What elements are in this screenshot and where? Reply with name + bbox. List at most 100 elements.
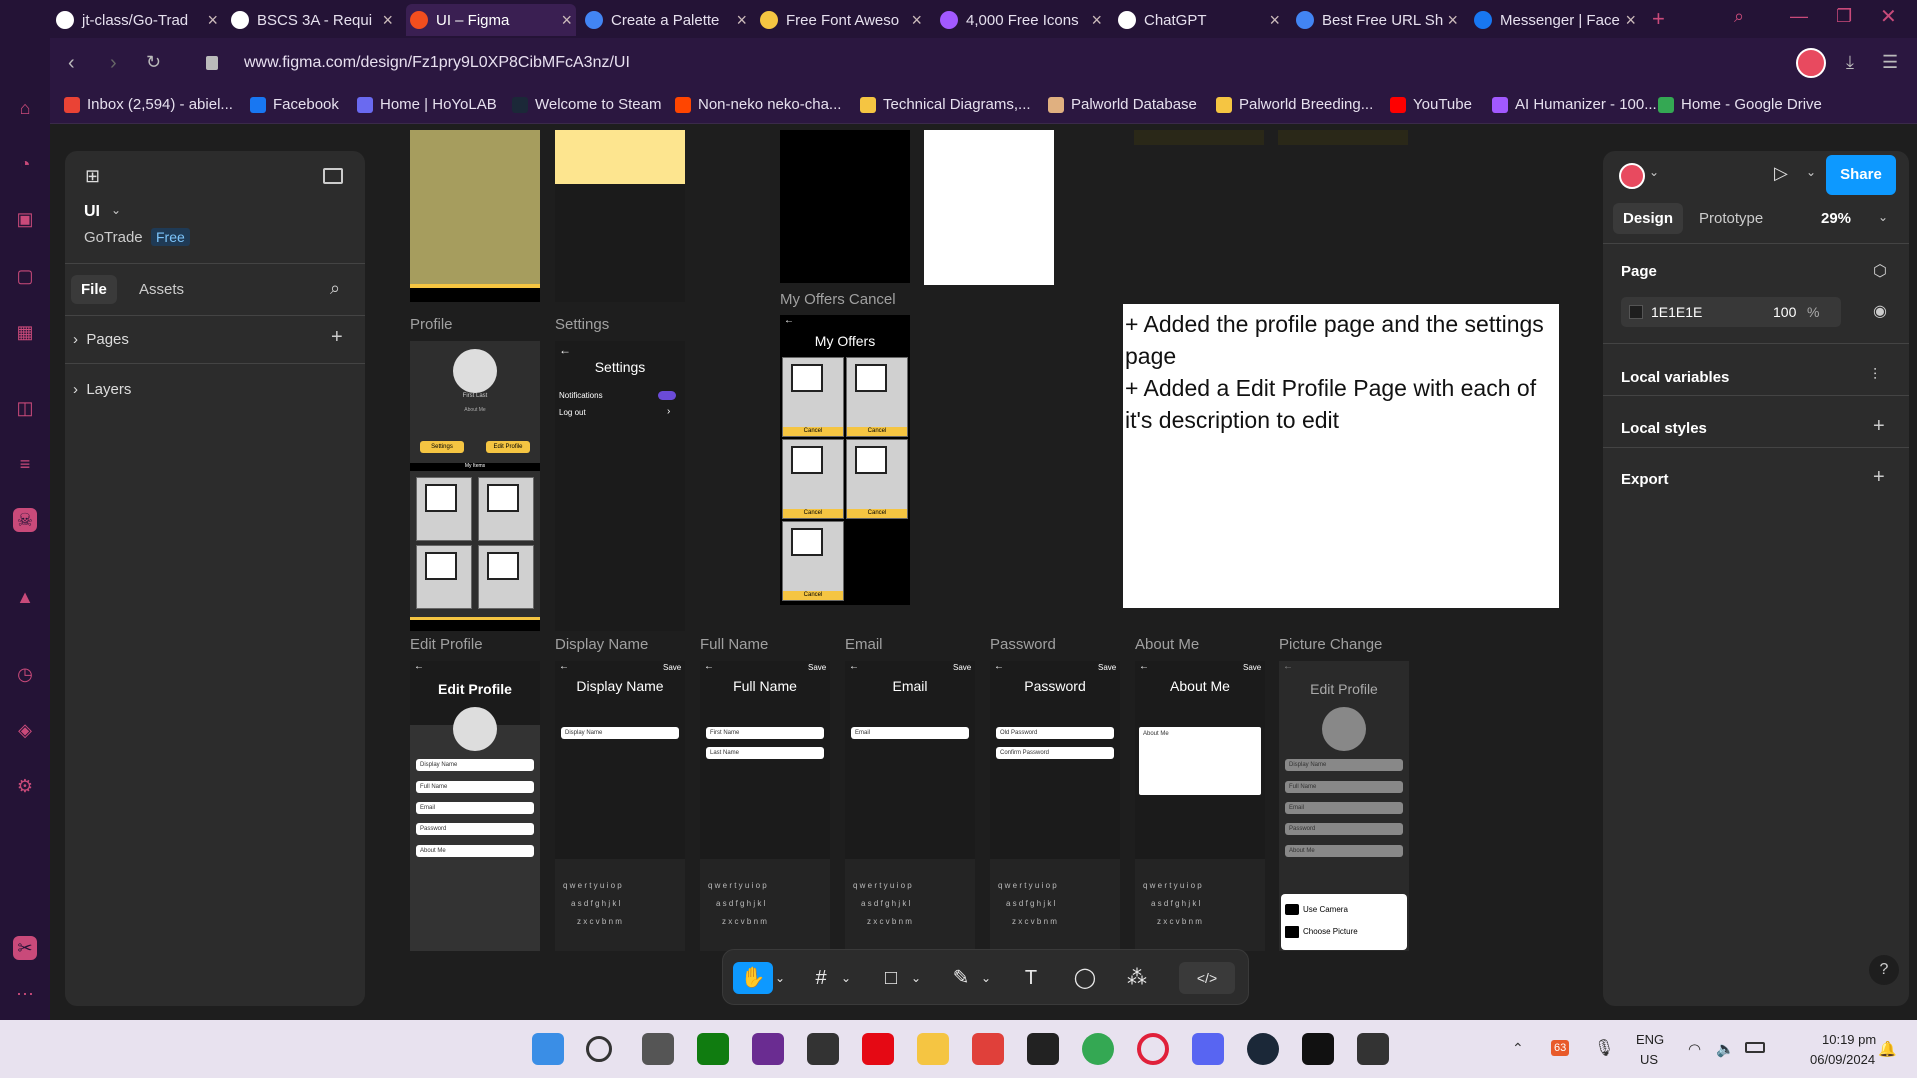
bookmark-item[interactable]: Welcome to Steam (512, 96, 661, 113)
keyboard-row[interactable]: q w e r t y u i o p (563, 881, 677, 891)
close-window-icon[interactable]: ✕ (1880, 4, 1897, 29)
item-card[interactable] (478, 545, 534, 609)
keyboard-row[interactable]: a s d f g h j k l (571, 899, 669, 909)
layers-section[interactable]: › Layers (73, 381, 131, 398)
keyboard[interactable]: q w e r t y u i o p a s d f g h j k l z … (700, 859, 830, 951)
rectangle-tool-icon[interactable]: □ (875, 962, 907, 994)
bookmark-item[interactable]: Inbox (2,594) - abiel... (64, 96, 233, 113)
use-camera-option[interactable]: Use Camera (1303, 905, 1348, 914)
close-tab-icon[interactable]: × (382, 10, 393, 31)
export-row[interactable]: Export (1621, 471, 1669, 488)
changelog-note[interactable]: + Added the profile page and the setting… (1123, 304, 1559, 608)
keyboard-row[interactable]: z x c v b n m (577, 917, 663, 927)
bookmark-item[interactable]: Facebook (250, 96, 339, 113)
close-tab-icon[interactable]: × (561, 10, 572, 31)
about-me-field[interactable]: About Me (416, 845, 534, 857)
chevron-down-icon[interactable]: ⌄ (839, 962, 853, 994)
wifi-icon[interactable]: ◠ (1688, 1040, 1701, 1058)
color-swatch[interactable] (1629, 305, 1643, 319)
back-arrow-icon[interactable]: ← (784, 315, 794, 326)
chevron-down-icon[interactable]: ⌄ (979, 962, 993, 994)
search-tabs-icon[interactable]: ⌕ (1734, 6, 1744, 27)
hand-tool-icon[interactable]: ✋ (733, 962, 773, 994)
about-me-textarea[interactable]: About Me (1139, 727, 1261, 795)
twitch-icon[interactable]: ▢ (13, 264, 37, 288)
local-variables-row[interactable]: Local variables (1621, 369, 1729, 386)
bookmark-item[interactable]: Technical Diagrams,... (860, 96, 1031, 113)
restore-window-icon[interactable]: ❐ (1836, 6, 1852, 27)
items-list-frame[interactable] (410, 130, 540, 302)
opera-gx-icon[interactable] (1137, 1033, 1169, 1065)
lang-label[interactable]: ENG (1636, 1032, 1664, 1047)
list-icon[interactable]: ≡ (13, 452, 37, 476)
item-card[interactable] (478, 477, 534, 541)
variables-icon[interactable]: ⫶ (1873, 367, 1877, 385)
keyboard[interactable]: q w e r t y u i o p a s d f g h j k l z … (1135, 859, 1265, 951)
notifications-toggle[interactable] (658, 391, 676, 400)
minimize-window-icon[interactable]: — (1790, 6, 1808, 27)
file-explorer-icon[interactable] (917, 1033, 949, 1065)
task-view-icon[interactable] (642, 1033, 674, 1065)
back-icon[interactable]: ‹ (68, 52, 75, 75)
browser-tab[interactable]: ChatGPT × (1114, 4, 1284, 36)
browser-tab[interactable]: 4,000 Free Icons × (936, 4, 1106, 36)
item-card[interactable] (416, 545, 472, 609)
browser-tab[interactable]: Messenger | Face × (1470, 4, 1640, 36)
settings-frame[interactable]: ← Settings Notifications Log out › (555, 341, 685, 631)
old-password-input[interactable]: Old Password (996, 727, 1114, 739)
back-arrow-icon[interactable]: ← (414, 661, 424, 672)
about-me-frame[interactable]: ← Save About Me About Me q w e r t y u i… (1135, 661, 1265, 951)
toggle-sidebar-icon[interactable] (323, 168, 343, 184)
email-field[interactable]: Email (416, 802, 534, 814)
keyboard-row[interactable]: z x c v b n m (867, 917, 953, 927)
gx-corner-icon[interactable]: ⌂ (13, 96, 37, 120)
bookmark-item[interactable]: Palworld Breeding... (1216, 96, 1373, 113)
close-tab-icon[interactable]: × (1091, 10, 1102, 31)
prototype-tab[interactable]: Prototype (1699, 210, 1763, 227)
password-frame[interactable]: ← Save Password Old Password Confirm Pas… (990, 661, 1120, 951)
browser-tab[interactable]: BSCS 3A - Requi × (227, 4, 397, 36)
pen-tool-icon[interactable]: ✎ (945, 962, 977, 994)
present-play-icon[interactable]: ▷ (1774, 163, 1788, 184)
notification-bell-icon[interactable]: 🔔 (1878, 1040, 1897, 1058)
game-icon[interactable]: ◫ (13, 396, 37, 420)
volume-icon[interactable]: 🔈 (1716, 1040, 1735, 1058)
bookmark-item[interactable]: Home - Google Drive (1658, 96, 1822, 113)
middleman-list-frame[interactable] (924, 130, 1054, 285)
keyboard[interactable]: q w e r t y u i o p a s d f g h j k l z … (990, 859, 1120, 951)
wps-icon[interactable] (972, 1033, 1004, 1065)
bookmark-item[interactable]: Palworld Database (1048, 96, 1197, 113)
chevron-down-icon[interactable]: ⌄ (1878, 210, 1888, 224)
keyboard-row[interactable]: a s d f g h j k l (861, 899, 959, 909)
keyboard-row[interactable]: a s d f g h j k l (1151, 899, 1249, 909)
tray-badge[interactable]: 63 (1551, 1040, 1570, 1056)
keyboard-row[interactable]: q w e r t y u i o p (1143, 881, 1257, 891)
download-icon[interactable]: ⤓ (1846, 52, 1854, 73)
unity-icon[interactable] (807, 1033, 839, 1065)
easy-setup-icon[interactable]: ☰ (1882, 52, 1898, 73)
bookmark-item[interactable]: Home | HoYoLAB (357, 96, 497, 113)
email-input[interactable]: Email (851, 727, 969, 739)
offer-card[interactable]: Cancel (782, 357, 844, 437)
netflix-icon[interactable] (862, 1033, 894, 1065)
start-icon[interactable] (532, 1033, 564, 1065)
chevron-down-icon[interactable]: ⌄ (1806, 165, 1816, 179)
page-color-input[interactable]: 1E1E1E 100 % (1621, 297, 1841, 327)
top-right-frame-b[interactable] (1278, 130, 1408, 145)
app-icon[interactable] (1302, 1033, 1334, 1065)
extension-icon[interactable]: ✂ (13, 936, 37, 960)
chevron-down-icon[interactable]: ⌄ (909, 962, 923, 994)
bookmark-item[interactable]: AI Humanizer - 100... (1492, 96, 1657, 113)
clock-time[interactable]: 10:19 pm (1822, 1032, 1876, 1047)
local-styles-row[interactable]: Local styles (1621, 420, 1707, 437)
close-tab-icon[interactable]: × (207, 10, 218, 31)
chevron-down-icon[interactable]: ⌄ (1649, 165, 1659, 179)
email-frame[interactable]: ← Save Email Email q w e r t y u i o p a… (845, 661, 975, 951)
offers-cancel-frame[interactable]: ← My Offers Cancel Cancel Cancel Cancel … (780, 315, 910, 605)
confirm-password-input[interactable]: Confirm Password (996, 747, 1114, 759)
browser-tab[interactable]: Free Font Aweso × (756, 4, 926, 36)
keyboard-row[interactable]: q w e r t y u i o p (708, 881, 822, 891)
back-arrow-icon[interactable]: ← (1283, 661, 1293, 672)
picture-change-frame[interactable]: ← Edit Profile Display Name Full Name Em… (1279, 661, 1409, 951)
full-name-field[interactable]: Full Name (416, 781, 534, 793)
